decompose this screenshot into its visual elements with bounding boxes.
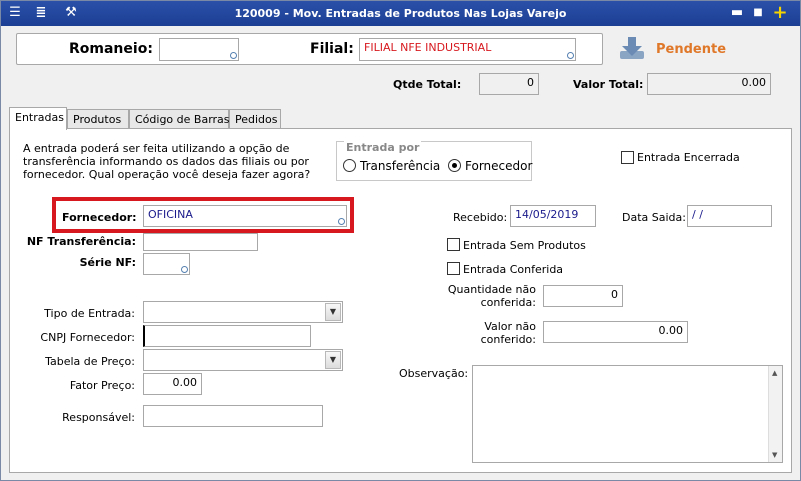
responsavel-input[interactable] <box>143 405 323 427</box>
entrada-conferida-checkbox[interactable] <box>447 262 460 275</box>
serie-nf-label: Série NF: <box>79 256 136 269</box>
entrada-sem-produtos-checkbox[interactable] <box>447 238 460 251</box>
fator-preco-input[interactable]: 0.00 <box>143 373 202 395</box>
radio-fornecedor[interactable] <box>448 159 461 172</box>
chevron-down-icon[interactable]: ▼ <box>325 351 341 369</box>
valor-nao-conferido-label-1: Valor não <box>484 320 536 333</box>
tabela-preco-select[interactable]: ▼ <box>143 349 343 371</box>
data-saida-input[interactable]: / / <box>687 205 772 227</box>
tab-pedidos[interactable]: Pedidos <box>229 109 281 129</box>
entrada-por-title: Entrada por <box>344 141 422 154</box>
responsavel-label: Responsável: <box>62 411 135 424</box>
tipo-entrada-select[interactable]: ▼ <box>143 301 343 323</box>
radio-fornecedor-label: Fornecedor <box>465 159 533 173</box>
observacao-label: Observação: <box>399 367 469 380</box>
cnpj-fornecedor-input[interactable] <box>143 325 311 347</box>
fornecedor-input[interactable]: OFICINA <box>143 205 347 227</box>
valor-nao-conferido-input[interactable]: 0.00 <box>543 321 688 343</box>
romaneio-input[interactable] <box>159 38 239 61</box>
entrada-encerrada-checkbox[interactable] <box>621 151 634 164</box>
chevron-down-icon[interactable]: ▼ <box>325 303 341 321</box>
entrada-sem-produtos-label: Entrada Sem Produtos <box>463 239 586 252</box>
maximize-icon[interactable]: ■ <box>750 5 766 21</box>
qtde-total-value: 0 <box>479 73 539 95</box>
tab-produtos[interactable]: Produtos <box>67 109 129 129</box>
recebido-input[interactable]: 14/05/2019 <box>510 205 596 227</box>
info-text-line1: A entrada poderá ser feita utilizando a … <box>23 142 290 155</box>
download-icon <box>617 35 647 61</box>
entradas-panel: A entrada poderá ser feita utilizando a … <box>9 128 792 473</box>
valor-nao-conferido-label-2: conferido: <box>480 333 536 346</box>
filial-label: Filial: <box>310 41 354 57</box>
qtd-nao-conferida-input[interactable]: 0 <box>543 285 623 307</box>
tipo-entrada-label: Tipo de Entrada: <box>44 307 135 320</box>
serie-nf-input[interactable] <box>143 253 190 275</box>
fornecedor-label: Fornecedor: <box>62 211 137 224</box>
tab-entradas[interactable]: Entradas <box>9 107 67 130</box>
romaneio-label: Romaneio: <box>69 41 153 57</box>
scroll-up-icon[interactable]: ▲ <box>772 369 777 377</box>
valor-total-label: Valor Total: <box>573 78 644 91</box>
minimize-icon[interactable]: ▬ <box>729 5 745 21</box>
qtde-total-label: Qtde Total: <box>393 78 462 91</box>
window-title: 120009 - Mov. Entradas de Produtos Nas L… <box>234 7 567 20</box>
nf-transferencia-input[interactable] <box>143 233 258 251</box>
info-text-line3: fornecedor. Qual operação você deseja fa… <box>23 168 311 181</box>
observacao-textarea[interactable]: ▲ ▼ <box>472 365 783 463</box>
plus-icon[interactable]: + <box>772 4 788 22</box>
scroll-down-icon[interactable]: ▼ <box>772 451 777 459</box>
radio-transferencia-label: Transferência <box>360 159 441 173</box>
data-saida-label: Data Saida: <box>622 211 686 224</box>
qtd-nao-conferida-label-2: conferida: <box>480 296 536 309</box>
status-pendente: Pendente <box>656 42 727 57</box>
radio-transferencia[interactable] <box>343 159 356 172</box>
valor-total-value: 0.00 <box>647 73 771 95</box>
filial-input[interactable]: FILIAL NFE INDUSTRIAL <box>359 38 576 61</box>
qtd-nao-conferida-label-1: Quantidade não <box>447 283 536 296</box>
cnpj-fornecedor-label: CNPJ Fornecedor: <box>40 331 135 344</box>
tabela-preco-label: Tabela de Preço: <box>45 355 135 368</box>
nf-transferencia-label: NF Transferência: <box>26 235 136 248</box>
fator-preco-label: Fator Preço: <box>69 379 135 392</box>
app-window: ☰ ≣ ⚒ 120009 - Mov. Entradas de Produtos… <box>0 0 801 481</box>
observacao-scrollbar[interactable]: ▲ ▼ <box>768 366 782 462</box>
recebido-label: Recebido: <box>453 211 508 224</box>
info-text-line2: transferência informando os dados das fi… <box>23 155 309 168</box>
entrada-conferida-label: Entrada Conferida <box>463 263 564 276</box>
title-bar: ☰ ≣ ⚒ 120009 - Mov. Entradas de Produtos… <box>1 1 800 26</box>
header-box: Romaneio: Filial: FILIAL NFE INDUSTRIAL <box>16 33 603 65</box>
entrada-encerrada-label: Entrada Encerrada <box>637 151 740 164</box>
tab-codigo-barras[interactable]: Código de Barras <box>129 109 230 129</box>
